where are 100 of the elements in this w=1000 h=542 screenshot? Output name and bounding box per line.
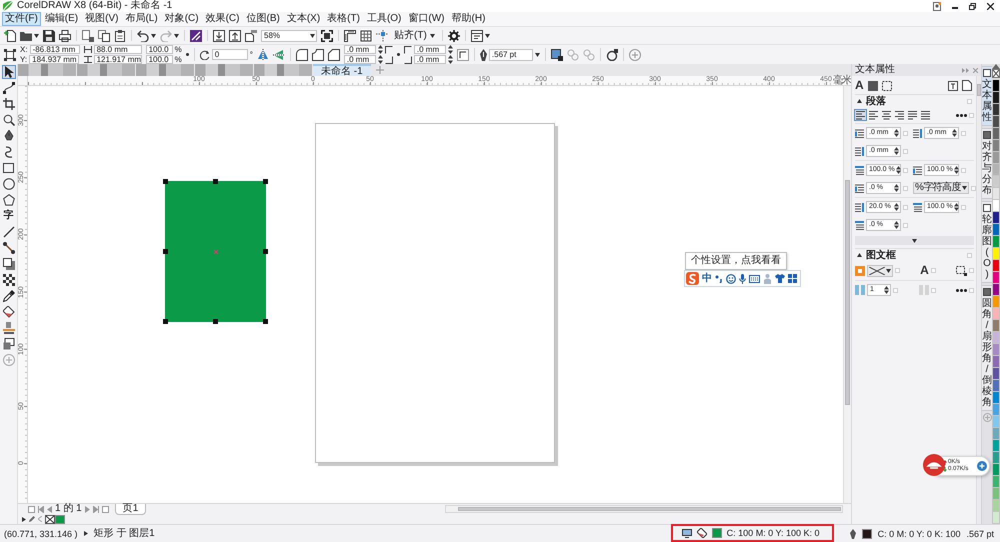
palette-swatch[interactable] [992, 176, 1000, 188]
x-position-field[interactable]: -86.813 mm [30, 45, 80, 54]
page-tab[interactable]: 页1 [114, 504, 146, 514]
spin-arrows-icon[interactable] [448, 55, 453, 64]
spin-arrows-icon[interactable] [894, 184, 899, 192]
import-icon[interactable] [213, 30, 225, 42]
palette-swatch[interactable] [992, 320, 1000, 332]
rotate-icon[interactable] [200, 50, 210, 60]
scrollbar-thumb[interactable] [977, 84, 981, 96]
first-line-indent-icon[interactable] [855, 128, 864, 138]
width-field[interactable]: 88.0 mm [94, 45, 142, 54]
frame-tab-icon[interactable] [882, 80, 892, 90]
palette-swatch[interactable] [992, 404, 1000, 416]
crop-tool-icon[interactable] [2, 98, 14, 110]
monitor-icon[interactable] [682, 528, 692, 538]
page-square-icon[interactable] [82, 30, 94, 42]
palette-swatch[interactable] [992, 512, 1000, 524]
fullscreen-icon[interactable] [321, 30, 333, 42]
punctuation-icon[interactable] [715, 274, 723, 282]
spin-arrows-icon[interactable] [896, 166, 901, 174]
menu-item[interactable]: 表格(T) [324, 12, 363, 26]
caret-icon[interactable] [886, 268, 891, 272]
corner-radius-field[interactable]: .0 mm [344, 45, 376, 54]
align-text-icon[interactable] [920, 110, 931, 120]
caret-icon[interactable] [962, 186, 967, 190]
smart-fill-icon[interactable] [2, 322, 14, 334]
selection-handle[interactable] [213, 319, 218, 324]
palette-swatch[interactable] [992, 416, 1000, 428]
align-text-icon[interactable] [881, 110, 892, 120]
shirt-icon[interactable] [775, 274, 785, 283]
caret-icon[interactable] [430, 34, 435, 38]
palette-swatch[interactable] [992, 140, 1000, 152]
caret-icon[interactable] [34, 34, 39, 38]
print-icon[interactable] [59, 30, 71, 42]
palette-swatch[interactable] [992, 452, 1000, 464]
convert-curve-icon[interactable] [606, 48, 618, 60]
text-tool[interactable]: 字 [2, 210, 14, 222]
selection-handle[interactable] [213, 179, 218, 184]
vertical-scrollbar[interactable] [843, 86, 851, 503]
keyboard-icon[interactable] [749, 274, 760, 282]
palette-swatch[interactable] [992, 356, 1000, 368]
character-tab[interactable]: A [855, 79, 864, 92]
pdf-export-icon[interactable] [245, 30, 257, 42]
text-wrap-icon[interactable] [550, 48, 563, 60]
align-text-icon[interactable] [894, 110, 905, 120]
menu-item[interactable]: 文件(F) [2, 12, 41, 26]
menu-item[interactable]: 效果(C) [202, 12, 242, 26]
language-spacing-icon[interactable] [855, 220, 864, 230]
spacing-before-icon[interactable] [913, 166, 922, 174]
play-triangle-icon[interactable] [22, 516, 26, 522]
object-position-icon[interactable] [4, 48, 16, 60]
palette-swatch[interactable] [992, 332, 1000, 344]
restore-icon[interactable] [969, 2, 976, 10]
export-icon[interactable] [229, 30, 241, 42]
menu-item[interactable]: 位图(B) [243, 12, 283, 26]
drop-shadow-icon[interactable] [2, 258, 14, 270]
play-triangle-icon[interactable] [84, 531, 88, 536]
pick-tool-icon[interactable] [2, 66, 14, 78]
text-box-icon[interactable] [948, 80, 958, 90]
zoom-dropdown[interactable]: 58% [261, 30, 317, 42]
corner-radius-field[interactable]: .0 mm [344, 55, 376, 64]
scale-field[interactable]: 100.0 [146, 45, 173, 54]
undo-icon[interactable] [137, 30, 149, 42]
section-title[interactable]: 图文框 [866, 250, 896, 260]
microphone-icon[interactable] [739, 274, 746, 284]
palette-swatch[interactable] [992, 152, 1000, 164]
width-icon[interactable] [84, 46, 92, 53]
clipboard-icon[interactable] [114, 30, 126, 42]
height-field[interactable]: 121.917 mm [94, 55, 142, 64]
corner-radius-field[interactable]: .0 mm [414, 55, 446, 64]
download-arrow-icon[interactable] [943, 467, 947, 472]
scalloped-corner-icon[interactable] [312, 48, 324, 60]
line-spacing-icon[interactable] [855, 166, 864, 174]
add-icon[interactable] [628, 48, 641, 60]
palette-swatch[interactable] [992, 224, 1000, 236]
docker-tab-icon[interactable] [983, 204, 991, 212]
more-icon[interactable] [956, 288, 967, 292]
previous-page-icon[interactable] [47, 506, 52, 512]
menu-item[interactable]: 工具(O) [364, 12, 404, 26]
fill-bucket-icon[interactable] [696, 528, 707, 538]
menu-item[interactable]: 对象(C) [162, 12, 202, 26]
page-corner-icon[interactable] [962, 80, 972, 91]
document-stack-icon[interactable] [2, 338, 14, 350]
menu-item[interactable]: 窗口(W) [405, 12, 448, 26]
palette-swatch[interactable] [992, 212, 1000, 224]
grid-icon[interactable] [360, 30, 372, 42]
caret-icon[interactable] [484, 34, 490, 38]
paragraph-tab-icon[interactable] [868, 80, 878, 90]
spacing-unit-dropdown[interactable]: %字符高度 [913, 182, 969, 194]
palette-swatch[interactable] [992, 260, 1000, 272]
corner-radius-field[interactable]: .0 mm [414, 45, 446, 54]
connector-tool-icon[interactable] [2, 242, 14, 254]
account-icon[interactable] [933, 2, 941, 10]
palette-swatch[interactable] [992, 368, 1000, 380]
docker-tab[interactable]: 轮廓图(O) [982, 201, 992, 283]
chamfer-corner-icon[interactable] [328, 48, 340, 60]
add-page-icon[interactable] [102, 506, 109, 512]
spacing-after-icon[interactable] [855, 184, 864, 192]
rotation-field[interactable]: 0 [212, 49, 248, 60]
magnifier-icon[interactable] [2, 114, 14, 126]
